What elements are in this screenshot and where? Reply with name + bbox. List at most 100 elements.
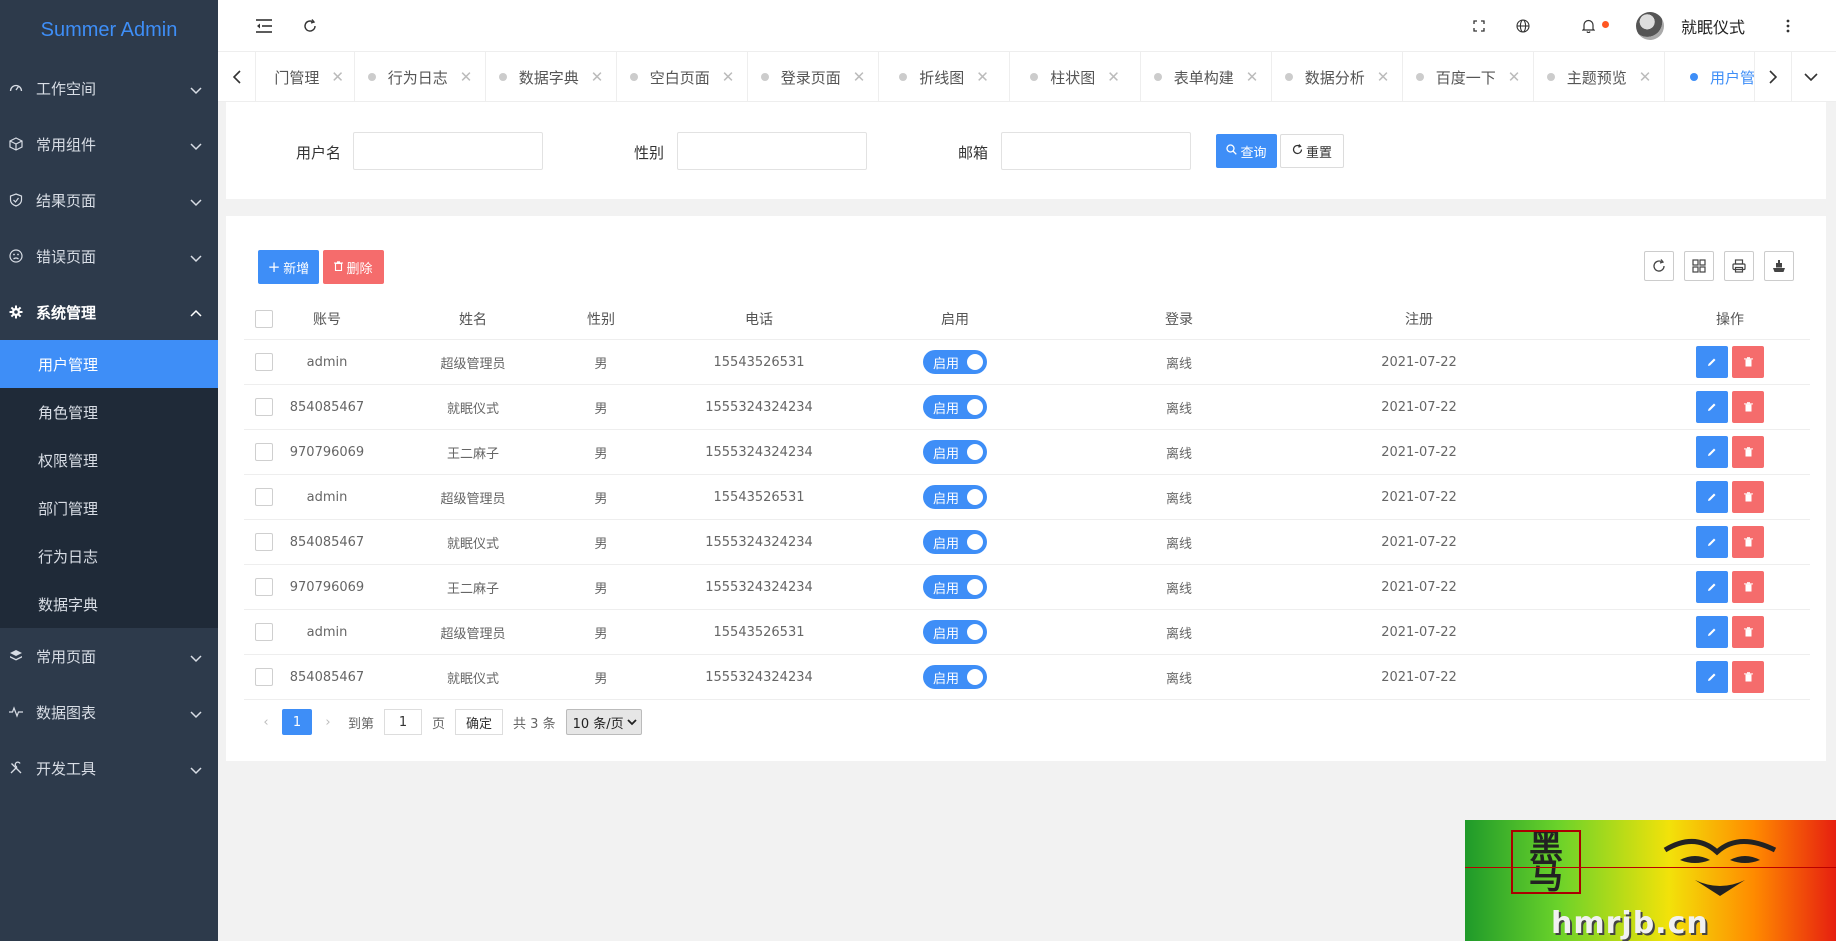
tab-close-icon[interactable]: ✕ bbox=[853, 68, 866, 86]
row-checkbox[interactable] bbox=[255, 623, 273, 641]
sidebar-menu-sad-face[interactable]: 错误页面 bbox=[0, 228, 218, 284]
edit-row-button[interactable] bbox=[1696, 346, 1728, 378]
query-button[interactable]: 查询 bbox=[1216, 134, 1277, 168]
app-logo[interactable]: Summer Admin bbox=[0, 0, 218, 60]
edit-row-button[interactable] bbox=[1696, 436, 1728, 468]
delete-row-button[interactable] bbox=[1732, 346, 1764, 378]
notification-bell-icon[interactable] bbox=[1578, 16, 1598, 36]
fullscreen-icon[interactable] bbox=[1469, 16, 1489, 36]
edit-row-button[interactable] bbox=[1696, 661, 1728, 693]
edit-row-button[interactable] bbox=[1696, 391, 1728, 423]
tab-close-icon[interactable]: ✕ bbox=[1246, 68, 1259, 86]
row-checkbox[interactable] bbox=[255, 578, 273, 596]
enabled-toggle[interactable]: 启用 bbox=[923, 575, 987, 599]
reset-button[interactable]: 重置 bbox=[1280, 134, 1344, 168]
tab-item[interactable]: 登录页面 ✕ bbox=[748, 52, 879, 102]
edit-row-button[interactable] bbox=[1696, 481, 1728, 513]
sidebar-menu-gear[interactable]: 系统管理 bbox=[0, 284, 218, 340]
enabled-toggle[interactable]: 启用 bbox=[923, 665, 987, 689]
edit-row-button[interactable] bbox=[1696, 526, 1728, 558]
delete-row-button[interactable] bbox=[1732, 526, 1764, 558]
tab-menu-chevron-down-icon[interactable] bbox=[1792, 52, 1830, 102]
tab-close-icon[interactable]: ✕ bbox=[591, 68, 604, 86]
tab-item[interactable]: 柱状图 ✕ bbox=[1010, 52, 1141, 102]
row-checkbox[interactable] bbox=[255, 668, 273, 686]
goto-confirm-button[interactable]: 确定 bbox=[455, 709, 504, 735]
delete-row-button[interactable] bbox=[1732, 661, 1764, 693]
page-size-select[interactable]: 10 条/页 bbox=[565, 709, 642, 735]
tab-item[interactable]: 百度一下 ✕ bbox=[1403, 52, 1534, 102]
user-name[interactable]: 就眠仪式 bbox=[1681, 14, 1745, 38]
sidebar-menu-shield-check[interactable]: 结果页面 bbox=[0, 172, 218, 228]
row-checkbox[interactable] bbox=[255, 443, 273, 461]
sidebar-subitem[interactable]: 权限管理 bbox=[0, 436, 218, 484]
print-icon[interactable] bbox=[1724, 251, 1754, 281]
delete-users-button[interactable]: 删除 bbox=[323, 250, 384, 284]
email-input[interactable] bbox=[1001, 132, 1191, 170]
enabled-toggle[interactable]: 启用 bbox=[923, 530, 987, 554]
delete-row-button[interactable] bbox=[1732, 391, 1764, 423]
sidebar-menu-dashboard[interactable]: 工作空间 bbox=[0, 60, 218, 116]
row-checkbox[interactable] bbox=[255, 353, 273, 371]
enabled-toggle[interactable]: 启用 bbox=[923, 485, 987, 509]
sidebar-subitem[interactable]: 数据字典 bbox=[0, 580, 218, 628]
tab-item[interactable]: 表单构建 ✕ bbox=[1141, 52, 1272, 102]
sidebar-menu-cube[interactable]: 常用组件 bbox=[0, 116, 218, 172]
enabled-toggle[interactable]: 启用 bbox=[923, 440, 987, 464]
export-icon[interactable] bbox=[1764, 251, 1794, 281]
enabled-toggle[interactable]: 启用 bbox=[923, 395, 987, 419]
add-user-button[interactable]: + 新增 bbox=[258, 250, 319, 284]
sidebar-menu-tools[interactable]: 开发工具 bbox=[0, 740, 218, 796]
sidebar-subitem[interactable]: 角色管理 bbox=[0, 388, 218, 436]
goto-page-input[interactable]: 1 bbox=[384, 709, 423, 735]
enabled-toggle[interactable]: 启用 bbox=[923, 350, 987, 374]
avatar[interactable] bbox=[1636, 12, 1664, 40]
tab-close-icon[interactable]: ✕ bbox=[1377, 68, 1390, 86]
tab-close-icon[interactable]: ✕ bbox=[1639, 68, 1652, 86]
row-checkbox[interactable] bbox=[255, 398, 273, 416]
tab-close-icon[interactable]: ✕ bbox=[722, 68, 735, 86]
tab-item[interactable]: 折线图 ✕ bbox=[879, 52, 1010, 102]
tab-item[interactable]: 主题预览 ✕ bbox=[1534, 52, 1665, 102]
tab-close-icon[interactable]: ✕ bbox=[976, 68, 989, 86]
pencil-icon bbox=[1708, 403, 1716, 411]
row-checkbox[interactable] bbox=[255, 533, 273, 551]
current-page-button[interactable]: 1 bbox=[282, 709, 312, 735]
table-refresh-icon[interactable] bbox=[1644, 251, 1674, 281]
sidebar-subitem[interactable]: 行为日志 bbox=[0, 532, 218, 580]
sidebar-subitem[interactable]: 用户管理 bbox=[0, 340, 218, 388]
language-globe-icon[interactable] bbox=[1513, 16, 1533, 36]
tab-close-icon[interactable]: ✕ bbox=[460, 68, 473, 86]
more-vertical-icon[interactable] bbox=[1778, 16, 1798, 36]
tab-scroll-left-icon[interactable] bbox=[218, 52, 256, 102]
tab-item[interactable]: 行为日志 ✕ bbox=[355, 52, 486, 102]
column-filter-icon[interactable] bbox=[1684, 251, 1714, 281]
delete-row-button[interactable] bbox=[1732, 481, 1764, 513]
sidebar-menu-pulse[interactable]: 数据图表 bbox=[0, 684, 218, 740]
tab-close-icon[interactable]: ✕ bbox=[331, 68, 344, 86]
enabled-toggle[interactable]: 启用 bbox=[923, 620, 987, 644]
tab-item[interactable]: 数据字典 ✕ bbox=[486, 52, 617, 102]
tab-item[interactable]: 用户管理 bbox=[1665, 52, 1754, 102]
edit-row-button[interactable] bbox=[1696, 616, 1728, 648]
delete-row-button[interactable] bbox=[1732, 571, 1764, 603]
username-input[interactable] bbox=[353, 132, 543, 170]
sidebar-menu-layers[interactable]: 常用页面 bbox=[0, 628, 218, 684]
tab-item[interactable]: 空白页面 ✕ bbox=[617, 52, 748, 102]
delete-row-button[interactable] bbox=[1732, 436, 1764, 468]
prev-page-icon[interactable]: ‹ bbox=[256, 715, 276, 730]
row-checkbox[interactable] bbox=[255, 488, 273, 506]
sidebar-subitem[interactable]: 部门管理 bbox=[0, 484, 218, 532]
next-page-icon[interactable]: › bbox=[318, 715, 338, 730]
tab-item[interactable]: 门管理 ✕ bbox=[256, 52, 355, 102]
tab-item[interactable]: 数据分析 ✕ bbox=[1272, 52, 1403, 102]
select-all-checkbox[interactable] bbox=[255, 309, 273, 328]
refresh-icon[interactable] bbox=[300, 16, 320, 36]
gender-input[interactable] bbox=[677, 132, 867, 170]
delete-row-button[interactable] bbox=[1732, 616, 1764, 648]
menu-collapse-icon[interactable] bbox=[254, 16, 274, 36]
edit-row-button[interactable] bbox=[1696, 571, 1728, 603]
tab-scroll-right-icon[interactable] bbox=[1754, 52, 1792, 102]
tab-close-icon[interactable]: ✕ bbox=[1508, 68, 1521, 86]
tab-close-icon[interactable]: ✕ bbox=[1107, 68, 1120, 86]
